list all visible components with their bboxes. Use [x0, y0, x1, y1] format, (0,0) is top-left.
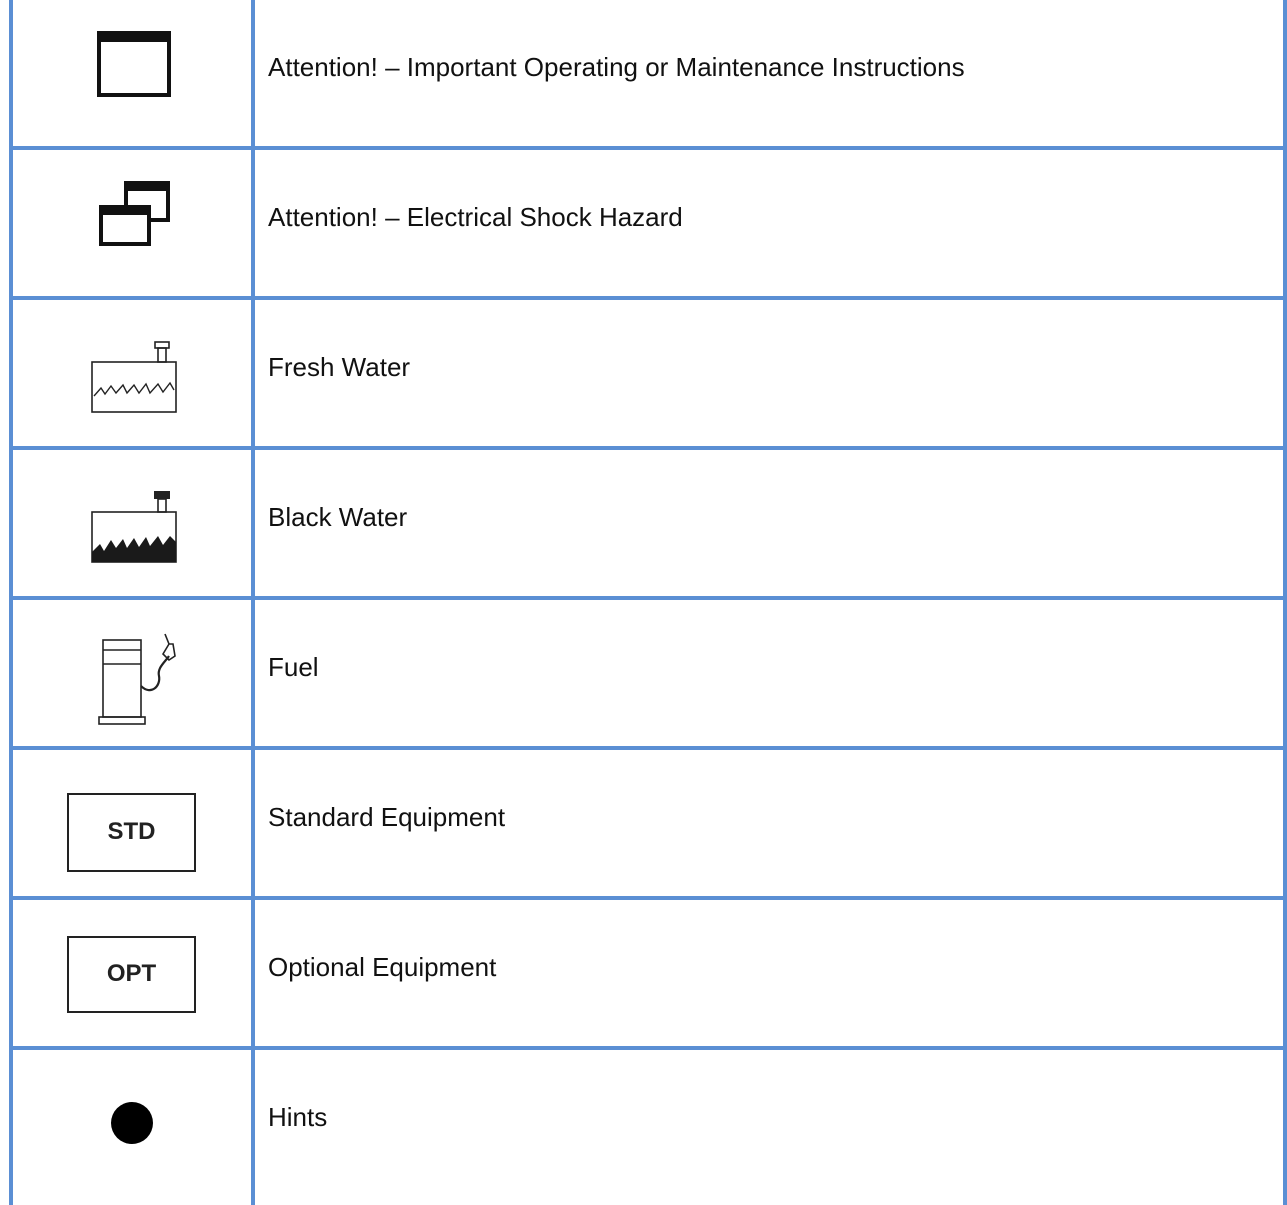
opt-box-icon: OPT	[67, 936, 196, 1013]
double-frame-icon	[99, 181, 170, 246]
table-row: Attention! – Important Operating or Main…	[9, 0, 1287, 150]
table-row: Black Water	[9, 450, 1287, 600]
std-box-icon: STD	[67, 793, 196, 872]
table-row: STD Standard Equipment	[9, 750, 1287, 900]
square-frame-icon	[97, 31, 171, 97]
icon-cell	[13, 0, 251, 146]
icon-cell	[13, 150, 251, 296]
row-label: Fresh Water	[268, 352, 411, 382]
table-row: OPT Optional Equipment	[9, 900, 1287, 1050]
row-label: Attention! – Important Operating or Main…	[268, 52, 965, 82]
icon-cell	[13, 600, 251, 746]
icon-cell	[13, 450, 251, 596]
icon-cell: STD	[13, 750, 251, 896]
row-label: Optional Equipment	[268, 952, 497, 982]
row-label: Black Water	[268, 502, 408, 532]
filled-circle-icon	[111, 1102, 153, 1144]
icon-cell	[13, 1050, 251, 1196]
row-label: Hints	[268, 1102, 328, 1132]
icon-cell: OPT	[13, 900, 251, 1046]
icon-cell	[13, 300, 251, 446]
fresh-water-tank-icon	[91, 341, 177, 413]
row-label: Attention! – Electrical Shock Hazard	[268, 202, 683, 232]
row-label: Fuel	[268, 652, 319, 682]
row-label: Standard Equipment	[268, 802, 506, 832]
fuel-pump-icon	[98, 633, 176, 725]
table-row: Fresh Water	[9, 300, 1287, 450]
table-row: Hints	[9, 1050, 1287, 1200]
symbol-legend-table: Attention! – Important Operating or Main…	[0, 0, 1287, 1205]
black-water-tank-icon	[91, 491, 177, 563]
table-row: Fuel	[9, 600, 1287, 750]
table-row: Attention! – Electrical Shock Hazard	[9, 150, 1287, 300]
